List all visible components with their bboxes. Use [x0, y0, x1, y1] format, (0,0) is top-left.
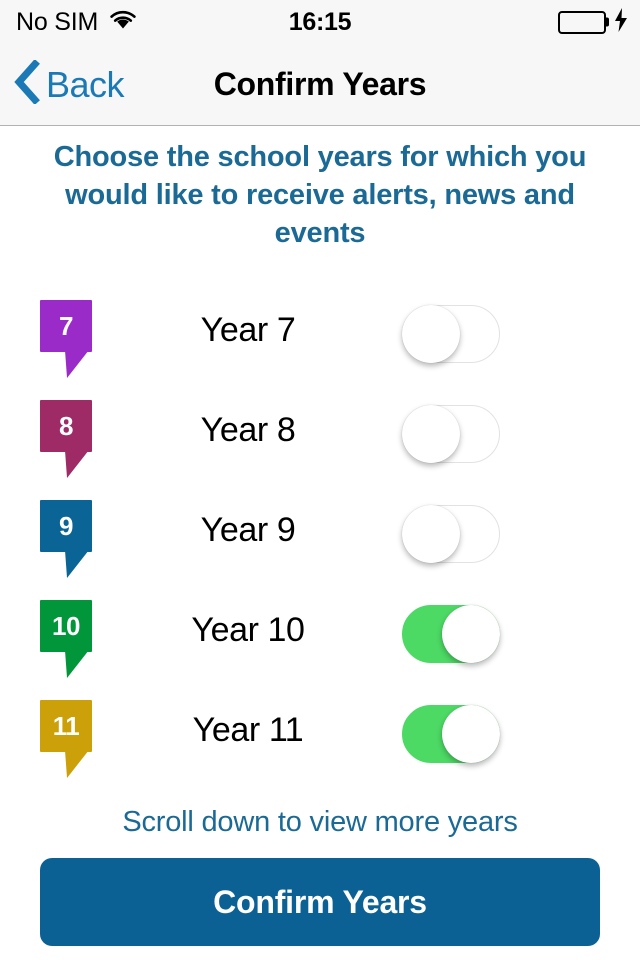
year-row: 7 Year 7: [0, 280, 640, 380]
year-badge-number: 7: [59, 310, 73, 341]
battery-icon: [558, 10, 609, 34]
year-toggle-switch[interactable]: [402, 505, 500, 563]
status-bar: No SIM 16:15: [0, 0, 640, 44]
page-title: Confirm Years: [213, 66, 427, 102]
year-badge-tail: [59, 350, 89, 378]
lightning-bolt-icon: [614, 7, 628, 37]
year-label: Year 8: [200, 410, 296, 449]
year-toggle-switch[interactable]: [402, 405, 500, 463]
year-label: Year 10: [191, 610, 305, 649]
year-row: 11 Year 11: [0, 680, 640, 780]
year-badge-tail: [59, 550, 89, 578]
year-label: Year 7: [200, 310, 296, 349]
year-badge-number: 9: [59, 510, 73, 541]
navigation-bar: Back Confirm Years: [0, 44, 640, 126]
year-badge: 11: [40, 700, 92, 778]
year-row: 10 Year 10: [0, 580, 640, 680]
year-row: 8 Year 8: [0, 380, 640, 480]
year-badge: 10: [40, 600, 92, 678]
status-bar-clock: 16:15: [288, 7, 352, 36]
instruction-text: Choose the school years for which you wo…: [53, 141, 587, 249]
year-toggle-switch[interactable]: [402, 705, 500, 763]
year-badge-tail: [59, 650, 89, 678]
toggle-knob: [402, 305, 460, 363]
year-label: Year 9: [200, 510, 296, 549]
app-screen: No SIM 16:15 Back Confirm Years Choose t…: [0, 0, 640, 960]
year-badge-number: 8: [59, 410, 73, 441]
confirm-years-button[interactable]: Confirm Years: [40, 858, 600, 946]
toggle-knob: [402, 505, 460, 563]
status-bar-right: [558, 7, 628, 37]
year-label: Year 11: [192, 710, 304, 749]
year-badge-tail: [59, 750, 89, 778]
year-badge-tail: [59, 450, 89, 478]
year-badge: 8: [40, 400, 92, 478]
toggle-knob: [442, 605, 500, 663]
year-toggle-switch[interactable]: [402, 605, 500, 663]
toggle-knob: [442, 705, 500, 763]
year-row: 9 Year 9: [0, 480, 640, 580]
year-badge-number: 10: [52, 610, 80, 641]
year-badge: 7: [40, 300, 92, 378]
year-toggle-switch[interactable]: [402, 305, 500, 363]
year-list: 7 Year 7 8 Year 8 9 Year 9 10 Year 10 11…: [0, 280, 640, 780]
toggle-knob: [402, 405, 460, 463]
year-badge: 9: [40, 500, 92, 578]
scroll-hint-text: Scroll down to view more years: [122, 806, 518, 838]
year-badge-number: 11: [52, 710, 80, 741]
